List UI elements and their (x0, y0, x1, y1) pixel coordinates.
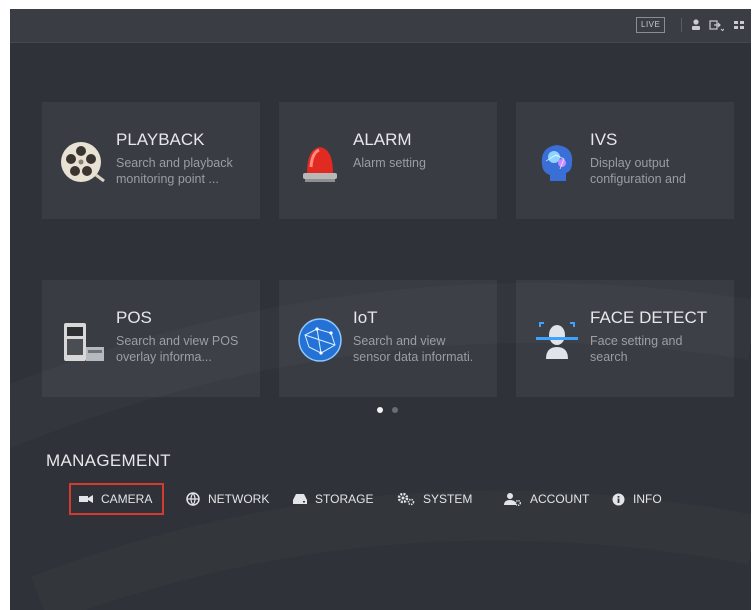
management-system[interactable]: SYSTEM (397, 483, 472, 515)
system-gears-icon (397, 492, 415, 506)
top-bar: LIVE (10, 9, 751, 43)
tile-title: PLAYBACK (116, 130, 205, 149)
management-network[interactable]: NETWORK (186, 483, 269, 515)
info-icon (612, 493, 625, 505)
management-storage[interactable]: STORAGE (293, 483, 373, 515)
management-item-label: NETWORK (208, 492, 270, 506)
management-heading: MANAGEMENT (46, 451, 171, 470)
tile-pos[interactable]: POS Search and view POS overlay informa.… (42, 280, 260, 397)
tile-description: Alarm setting (353, 156, 426, 170)
management-item-label: SYSTEM (423, 492, 473, 506)
network-icon (186, 492, 200, 506)
alarm-siren-icon (303, 147, 337, 182)
page-dot[interactable] (392, 407, 398, 413)
account-icon (504, 493, 521, 506)
management-item-label: INFO (633, 492, 662, 506)
tile-title: IoT (353, 308, 378, 327)
tile-title: POS (116, 308, 152, 327)
storage-icon (293, 494, 307, 504)
tile-description: Display output configuration and (590, 156, 686, 186)
live-button[interactable]: LIVE (636, 17, 666, 33)
management-info[interactable]: INFO (612, 483, 662, 515)
ai-head-icon (541, 145, 573, 181)
management-account[interactable]: ACCOUNT (504, 483, 589, 515)
tile-ivs[interactable]: IVS Display output configuration and (516, 102, 734, 219)
tile-title: FACE DETECT (590, 308, 708, 327)
tile-description: Face setting and search (590, 334, 683, 364)
tile-alarm[interactable]: ALARM Alarm setting (279, 102, 497, 219)
logout-icon[interactable] (708, 17, 724, 33)
tile-face-detect[interactable]: FACE DETECT Face setting and search (516, 280, 734, 397)
management-camera[interactable]: CAMERA (69, 483, 165, 515)
grid-menu-icon[interactable] (732, 17, 746, 33)
tile-iot[interactable]: IoT Search and view sensor data informat… (279, 280, 497, 397)
management-item-label: ACCOUNT (530, 492, 590, 506)
tile-description: Search and view sensor data informati. (353, 334, 474, 364)
tile-description: Search and playback monitoring point ... (116, 156, 233, 186)
topbar-divider (681, 18, 682, 32)
tile-title: IVS (590, 130, 618, 149)
management-item-label: STORAGE (315, 492, 374, 506)
user-icon[interactable] (689, 17, 703, 33)
management-item-label: CAMERA (101, 492, 153, 506)
tile-description: Search and view POS overlay informa... (116, 334, 239, 364)
pos-terminal-icon (64, 323, 104, 361)
tile-playback[interactable]: PLAYBACK Search and playback monitoring … (42, 102, 260, 219)
globe-network-icon (298, 318, 342, 362)
face-scan-icon (536, 322, 578, 359)
main-menu-screen: LIVE PLAYBACK Search and playback monito… (10, 9, 751, 610)
camera-icon (79, 495, 93, 503)
page-dot-active[interactable] (377, 407, 383, 413)
film-reel-icon (61, 142, 105, 183)
tile-title: ALARM (353, 130, 412, 149)
